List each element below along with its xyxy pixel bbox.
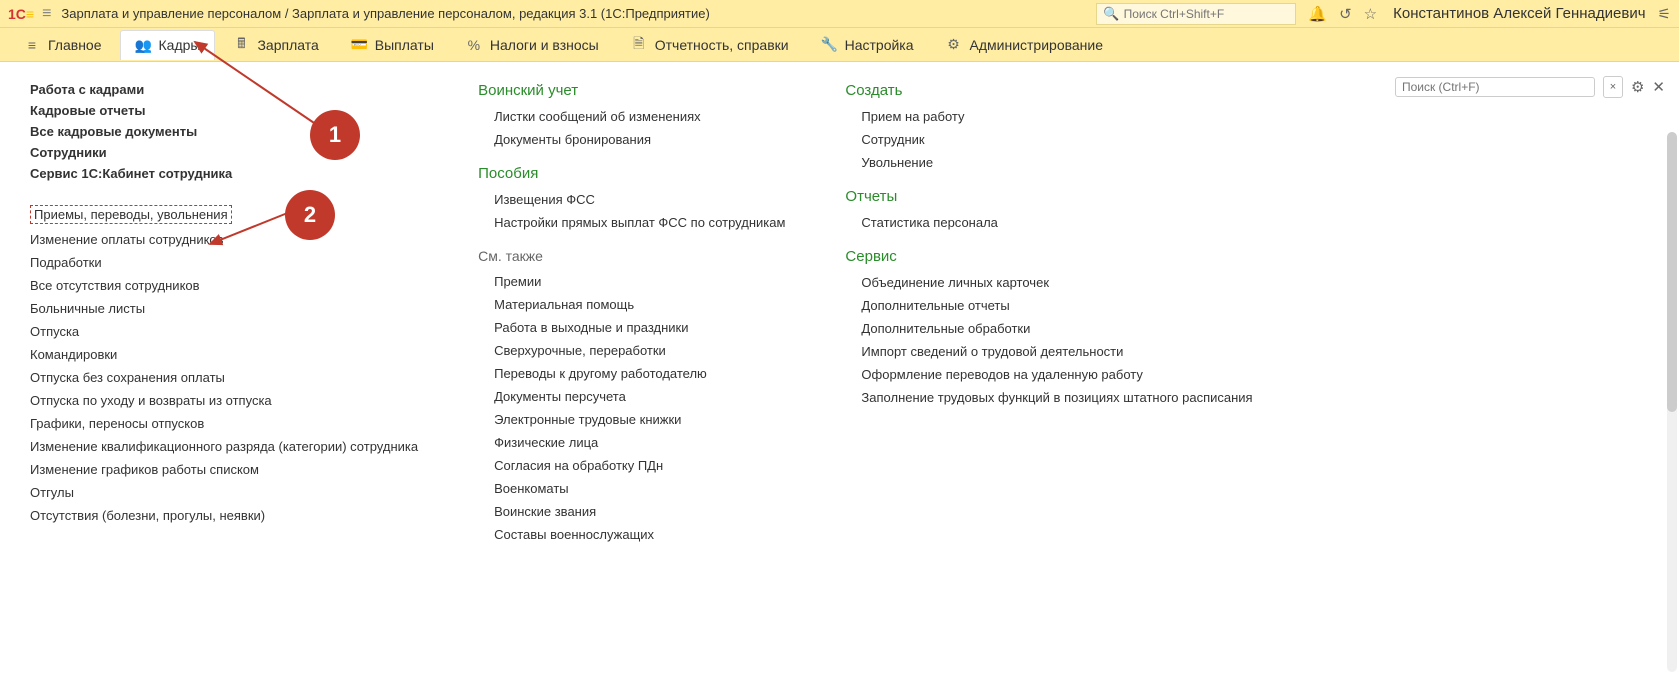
tab-personnel[interactable]: 👥 Кадры xyxy=(120,30,216,60)
settings-toggle-icon[interactable]: ⚟ xyxy=(1658,5,1671,23)
column-3: Создать Прием на работу Сотрудник Увольн… xyxy=(845,82,1252,550)
home-icon: ≡ xyxy=(24,37,40,53)
history-icon[interactable]: ↺ xyxy=(1339,5,1352,23)
link-item[interactable]: Прием на работу xyxy=(845,109,1252,124)
link-item[interactable]: Отпуска по уходу и возвраты из отпуска xyxy=(30,393,418,408)
global-search-input[interactable] xyxy=(1124,7,1290,21)
link-item[interactable]: Отпуска xyxy=(30,324,418,339)
header-actions: 🔔 ↺ ☆ Константинов Алексей Геннадиевич ⚟ xyxy=(1308,5,1671,23)
star-icon[interactable]: ☆ xyxy=(1364,5,1377,23)
tab-administration[interactable]: ⚙ Администрирование xyxy=(932,30,1118,59)
link-item[interactable]: Материальная помощь xyxy=(478,297,785,312)
header-bar: 1С≡ ≡ Зарплата и управление персоналом /… xyxy=(0,0,1679,28)
search-icon: 🔍 xyxy=(1103,6,1119,22)
link-item[interactable]: Изменение графиков работы списком xyxy=(30,462,418,477)
section-reports[interactable]: Отчеты xyxy=(845,188,1252,205)
link-hirings-transfers-dismissals[interactable]: Приемы, переводы, увольнения xyxy=(30,205,232,224)
tab-reports[interactable]: 🗎 Отчетность, справки xyxy=(617,27,803,63)
section-benefits[interactable]: Пособия xyxy=(478,165,785,182)
link-item[interactable]: Оформление переводов на удаленную работу xyxy=(845,367,1252,382)
clear-search-button[interactable]: × xyxy=(1603,76,1623,98)
scrollbar[interactable] xyxy=(1667,132,1677,672)
wrench-icon: 🔧 xyxy=(821,36,837,53)
link-item[interactable]: Сверхурочные, переработки xyxy=(478,343,785,358)
link-item[interactable]: Графики, переносы отпусков xyxy=(30,416,418,431)
global-search[interactable]: 🔍 xyxy=(1096,3,1296,25)
link-item[interactable]: Дополнительные обработки xyxy=(845,321,1252,336)
link-item[interactable]: Документы персучета xyxy=(478,389,785,404)
column-2: Воинский учет Листки сообщений об измене… xyxy=(478,82,785,550)
settings-icon[interactable]: ⚙ xyxy=(1631,78,1644,96)
main-toolbar: ≡ Главное 👥 Кадры 🖩 Зарплата 💳 Выплаты %… xyxy=(0,28,1679,62)
link-item[interactable]: Отпуска без сохранения оплаты xyxy=(30,370,418,385)
link-item[interactable]: Объединение личных карточек xyxy=(845,275,1252,290)
user-name[interactable]: Константинов Алексей Геннадиевич xyxy=(1393,5,1645,22)
link-item[interactable]: Изменение оплаты сотрудников xyxy=(30,232,418,247)
link-item[interactable]: Увольнение xyxy=(845,155,1252,170)
annotation-badge-1: 1 xyxy=(310,110,360,160)
section-military[interactable]: Воинский учет xyxy=(478,82,785,99)
wallet-icon: 💳 xyxy=(351,36,367,53)
link-item[interactable]: Листки сообщений об изменениях xyxy=(478,109,785,124)
content-controls: × ⚙ ✕ xyxy=(1395,76,1665,98)
logo: 1С≡ xyxy=(8,6,34,22)
app-title: Зарплата и управление персоналом / Зарпл… xyxy=(61,6,1096,21)
document-icon: 🗎 xyxy=(631,33,647,57)
content-search-input[interactable] xyxy=(1402,80,1588,94)
gear-icon: ⚙ xyxy=(946,36,962,53)
content-area: × ⚙ ✕ 1 2 Работа с кадрами Кадровые отче… xyxy=(0,62,1679,570)
link-item[interactable]: Согласия на обработку ПДн xyxy=(478,458,785,473)
link-item[interactable]: Импорт сведений о трудовой деятельности xyxy=(845,344,1252,359)
link-item[interactable]: Заполнение трудовых функций в позициях ш… xyxy=(845,390,1252,405)
group-head[interactable]: Сервис 1С:Кабинет сотрудника xyxy=(30,166,418,181)
link-item[interactable]: Военкоматы xyxy=(478,481,785,496)
link-item[interactable]: Командировки xyxy=(30,347,418,362)
close-icon[interactable]: ✕ xyxy=(1652,78,1665,96)
tab-main[interactable]: ≡ Главное xyxy=(10,31,116,59)
link-item[interactable]: Сотрудник xyxy=(845,132,1252,147)
group-head[interactable]: Сотрудники xyxy=(30,145,418,160)
tab-salary[interactable]: 🖩 Зарплата xyxy=(219,27,332,63)
link-item[interactable]: Переводы к другому работодателю xyxy=(478,366,785,381)
tab-settings[interactable]: 🔧 Настройка xyxy=(807,30,928,59)
link-item[interactable]: Дополнительные отчеты xyxy=(845,298,1252,313)
group-head[interactable]: Работа с кадрами xyxy=(30,82,418,97)
scrollbar-thumb[interactable] xyxy=(1667,132,1677,412)
tab-payments[interactable]: 💳 Выплаты xyxy=(337,30,448,59)
link-item[interactable]: Премии xyxy=(478,274,785,289)
content-search[interactable] xyxy=(1395,77,1595,97)
link-item[interactable]: Отсутствия (болезни, прогулы, неявки) xyxy=(30,508,418,523)
link-item[interactable]: Физические лица xyxy=(478,435,785,450)
calculator-icon: 🖩 xyxy=(233,33,249,57)
link-item[interactable]: Составы военнослужащих xyxy=(478,527,785,542)
link-item[interactable]: Воинские звания xyxy=(478,504,785,519)
link-item[interactable]: Больничные листы xyxy=(30,301,418,316)
see-also-header: См. также xyxy=(478,248,785,264)
link-item[interactable]: Извещения ФСС xyxy=(478,192,785,207)
tab-taxes[interactable]: % Налоги и взносы xyxy=(452,31,613,59)
group-head[interactable]: Кадровые отчеты xyxy=(30,103,418,118)
link-item[interactable]: Все отсутствия сотрудников xyxy=(30,278,418,293)
bell-icon[interactable]: 🔔 xyxy=(1308,5,1327,23)
people-icon: 👥 xyxy=(135,37,151,54)
link-item[interactable]: Отгулы xyxy=(30,485,418,500)
section-create[interactable]: Создать xyxy=(845,82,1252,99)
link-item[interactable]: Изменение квалификационного разряда (кат… xyxy=(30,439,418,454)
column-1: Работа с кадрами Кадровые отчеты Все кад… xyxy=(30,82,418,550)
link-item[interactable]: Настройки прямых выплат ФСС по сотрудник… xyxy=(478,215,785,230)
link-item[interactable]: Работа в выходные и праздники xyxy=(478,320,785,335)
hamburger-icon[interactable]: ≡ xyxy=(42,5,51,23)
section-service[interactable]: Сервис xyxy=(845,248,1252,265)
link-item[interactable]: Подработки xyxy=(30,255,418,270)
link-item[interactable]: Документы бронирования xyxy=(478,132,785,147)
link-item[interactable]: Статистика персонала xyxy=(845,215,1252,230)
link-item[interactable]: Электронные трудовые книжки xyxy=(478,412,785,427)
annotation-badge-2: 2 xyxy=(285,190,335,240)
percent-icon: % xyxy=(466,37,482,53)
